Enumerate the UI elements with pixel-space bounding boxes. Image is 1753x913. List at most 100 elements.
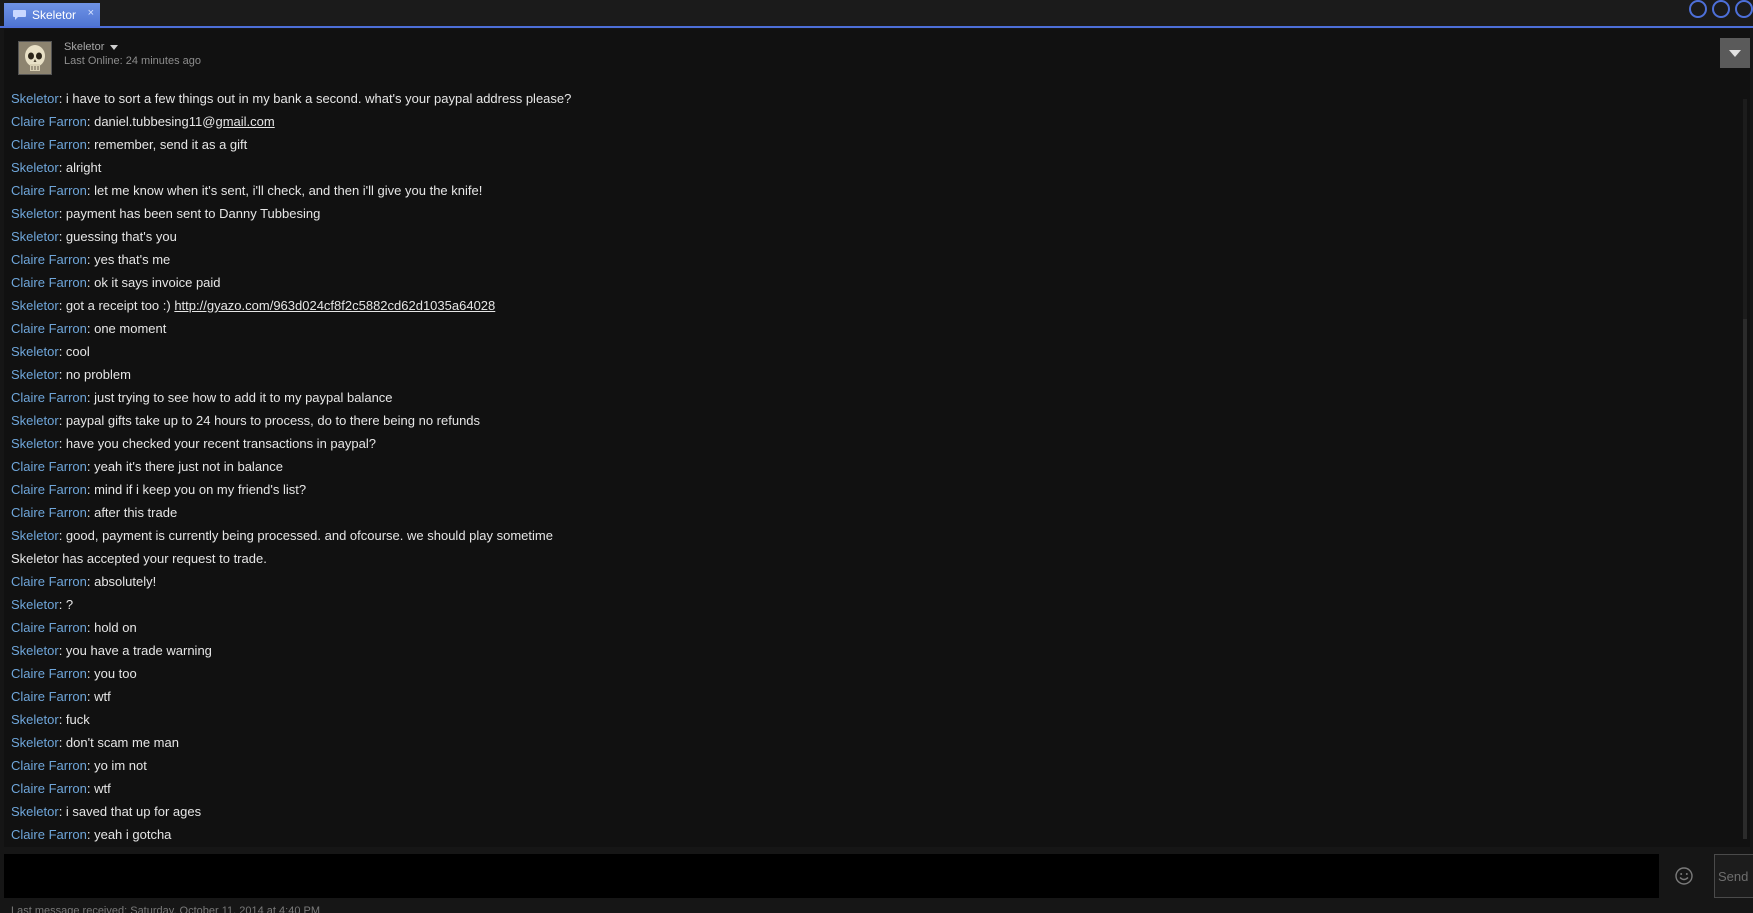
chat-message: Skeletor: no problem xyxy=(11,363,1731,386)
message-sender[interactable]: Claire Farron xyxy=(11,689,87,704)
message-sender[interactable]: Claire Farron xyxy=(11,781,87,796)
chat-message: Claire Farron: wtf xyxy=(11,777,1731,800)
chat-message: Skeletor: don't scam me man xyxy=(11,731,1731,754)
message-sender[interactable]: Skeletor xyxy=(11,712,59,727)
message-sender[interactable]: Claire Farron xyxy=(11,275,87,290)
chat-message: Skeletor: got a receipt too :) http://gy… xyxy=(11,294,1731,317)
message-input[interactable] xyxy=(4,854,1659,898)
message-sender[interactable]: Claire Farron xyxy=(11,758,87,773)
message-text: : paypal gifts take up to 24 hours to pr… xyxy=(58,413,481,428)
message-sender[interactable]: Claire Farron xyxy=(11,459,87,474)
tab-close-icon[interactable]: × xyxy=(88,7,94,19)
message-sender[interactable]: Claire Farron xyxy=(11,321,87,336)
message-sender[interactable]: Skeletor xyxy=(11,160,59,175)
message-text: : yeah it's there just not in balance xyxy=(86,459,284,474)
message-text: Skeletor has accepted your request to tr… xyxy=(11,551,267,566)
window-controls xyxy=(1689,0,1753,18)
message-sender[interactable]: Claire Farron xyxy=(11,620,87,635)
send-button[interactable]: Send xyxy=(1714,854,1753,898)
message-text: : have you checked your recent transacti… xyxy=(58,436,376,451)
chat-message: Skeletor: guessing that's you xyxy=(11,225,1731,248)
chat-message: Claire Farron: daniel.tubbesing11@gmail.… xyxy=(11,110,1731,133)
chat-message: Skeletor: payment has been sent to Danny… xyxy=(11,202,1731,225)
message-text: : alright xyxy=(58,160,102,175)
message-sender[interactable]: Claire Farron xyxy=(11,574,87,589)
last-message-received: Last message received: Saturday, October… xyxy=(11,905,320,913)
chat-message: Claire Farron: remember, send it as a gi… xyxy=(11,133,1731,156)
message-sender[interactable]: Skeletor xyxy=(11,643,59,658)
message-sender[interactable]: Claire Farron xyxy=(11,505,87,520)
chat-message: Skeletor: alright xyxy=(11,156,1731,179)
skull-avatar-icon xyxy=(19,42,51,74)
message-text: : guessing that's you xyxy=(58,229,177,244)
message-sender[interactable]: Skeletor xyxy=(11,344,59,359)
message-sender[interactable]: Skeletor xyxy=(11,229,59,244)
message-text: : fuck xyxy=(58,712,90,727)
message-sender[interactable]: Claire Farron xyxy=(11,666,87,681)
message-sender[interactable]: Claire Farron xyxy=(11,827,87,842)
tab-skeletor[interactable]: Skeletor × xyxy=(4,3,100,26)
chat-message: Skeletor: paypal gifts take up to 24 hou… xyxy=(11,409,1731,432)
message-sender[interactable]: Claire Farron xyxy=(11,114,87,129)
friend-name[interactable]: Skeletor xyxy=(64,41,119,53)
message-sender[interactable]: Skeletor xyxy=(11,597,59,612)
close-window-button[interactable] xyxy=(1735,0,1753,18)
message-text: : don't scam me man xyxy=(58,735,179,750)
message-sender[interactable]: Skeletor xyxy=(11,528,59,543)
maximize-button[interactable] xyxy=(1712,0,1730,18)
message-sender[interactable]: Skeletor xyxy=(11,206,59,221)
message-text: : cool xyxy=(58,344,90,359)
tab-title: Skeletor xyxy=(32,7,77,22)
message-text: : good, payment is currently being proce… xyxy=(58,528,553,543)
chat-message: Claire Farron: wtf xyxy=(11,685,1731,708)
message-sender[interactable]: Claire Farron xyxy=(11,252,87,267)
chat-message: Claire Farron: ok it says invoice paid xyxy=(11,271,1731,294)
chat-message: Claire Farron: yeah it's there just not … xyxy=(11,455,1731,478)
message-text: : daniel.tubbesing11@ xyxy=(86,114,216,129)
avatar[interactable] xyxy=(18,41,52,75)
compose-area: Send Last message received: Saturday, Oc… xyxy=(0,848,1753,913)
chat-panel: Skeletor Last Online: 24 minutes ago Ske… xyxy=(4,29,1750,847)
message-text: : no problem xyxy=(58,367,131,382)
message-sender[interactable]: Claire Farron xyxy=(11,390,87,405)
chat-message: Skeletor has accepted your request to tr… xyxy=(11,547,1731,570)
message-text: : remember, send it as a gift xyxy=(86,137,248,152)
message-sender[interactable]: Skeletor xyxy=(11,436,59,451)
friend-name-label: Skeletor xyxy=(64,41,105,53)
chat-window: Skeletor × Skeletor Last Online: 24 minu… xyxy=(0,0,1753,913)
message-sender[interactable]: Claire Farron xyxy=(11,482,87,497)
message-text: : payment has been sent to Danny Tubbesi… xyxy=(58,206,321,221)
chat-message: Claire Farron: just trying to see how to… xyxy=(11,386,1731,409)
message-text: : after this trade xyxy=(86,505,178,520)
chevron-down-icon[interactable] xyxy=(110,44,119,50)
message-sender[interactable]: Skeletor xyxy=(11,735,59,750)
message-text: : hold on xyxy=(86,620,137,635)
chat-scrollbar[interactable] xyxy=(1743,99,1747,839)
minimize-button[interactable] xyxy=(1689,0,1707,18)
message-link[interactable]: gmail.com xyxy=(215,114,274,129)
chat-options-button[interactable] xyxy=(1720,38,1750,68)
message-text: : ok it says invoice paid xyxy=(86,275,221,290)
message-sender[interactable]: Claire Farron xyxy=(11,137,87,152)
scrollbar-track-lower xyxy=(1743,319,1747,839)
message-text: : just trying to see how to add it to my… xyxy=(86,390,393,405)
chat-message: Claire Farron: yo im not xyxy=(11,754,1731,777)
smiley-icon[interactable] xyxy=(1674,866,1694,886)
chat-bubble-icon xyxy=(13,9,26,20)
message-sender[interactable]: Skeletor xyxy=(11,413,59,428)
chat-message: Claire Farron: mind if i keep you on my … xyxy=(11,478,1731,501)
message-sender[interactable]: Claire Farron xyxy=(11,183,87,198)
message-text: : yes that's me xyxy=(86,252,171,267)
chat-message: Skeletor: ? xyxy=(11,593,1731,616)
message-text: : you have a trade warning xyxy=(58,643,212,658)
message-sender[interactable]: Skeletor xyxy=(11,298,59,313)
chat-message: Claire Farron: yeah i gotcha xyxy=(11,823,1731,846)
message-text: : let me know when it's sent, i'll check… xyxy=(86,183,483,198)
message-link[interactable]: http://gyazo.com/963d024cf8f2c5882cd62d1… xyxy=(174,298,495,313)
message-text: : absolutely! xyxy=(86,574,157,589)
message-sender[interactable]: Skeletor xyxy=(11,804,59,819)
chat-message: Skeletor: i have to sort a few things ou… xyxy=(11,87,1731,110)
message-sender[interactable]: Skeletor xyxy=(11,367,59,382)
message-sender[interactable]: Skeletor xyxy=(11,91,59,106)
last-online-status: Last Online: 24 minutes ago xyxy=(64,55,201,67)
